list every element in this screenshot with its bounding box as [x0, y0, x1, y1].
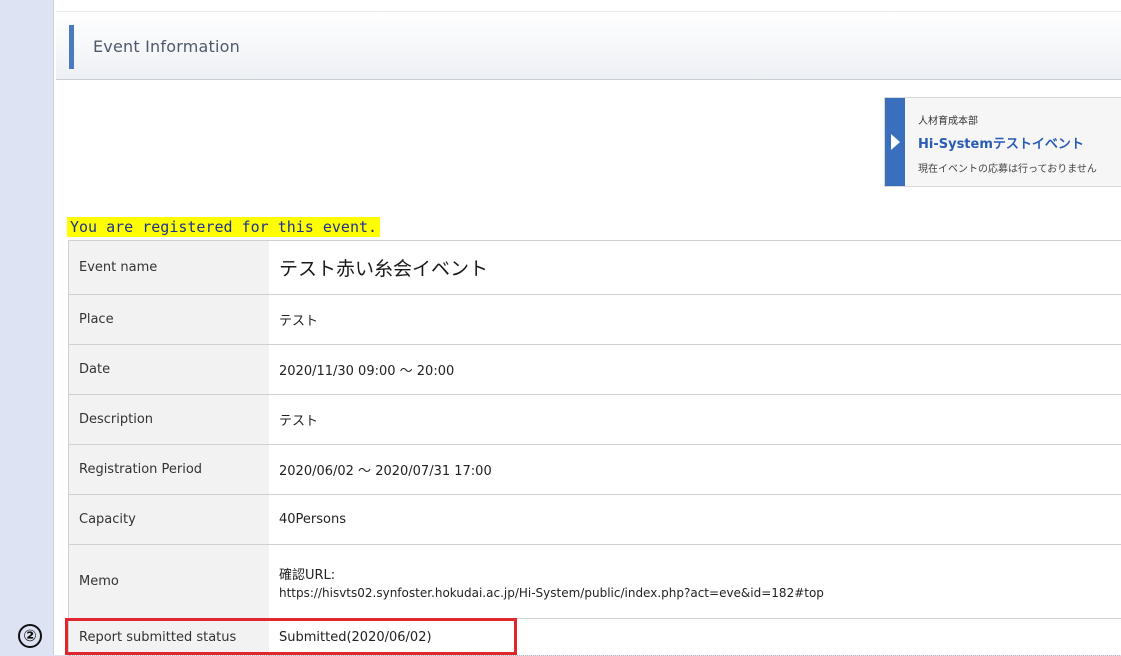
- event-name-value: テスト赤い糸会イベント: [269, 241, 1121, 295]
- event-info-table: Event name テスト赤い糸会イベント Place テスト Date 20…: [68, 240, 1121, 656]
- banner-status-text: 現在イベントの応募は行っておりません: [918, 160, 1097, 175]
- play-arrow-icon: [891, 134, 900, 150]
- row-label-place: Place: [69, 295, 270, 345]
- row-label-description: Description: [69, 395, 270, 445]
- memo-url-link[interactable]: https://hisvts02.synfoster.hokudai.ac.jp…: [279, 586, 1112, 600]
- table-row: Date 2020/11/30 09:00 ～ 20:00: [69, 345, 1121, 395]
- capacity-value: 40Persons: [269, 495, 1121, 545]
- table-row: Event name テスト赤い糸会イベント: [69, 241, 1121, 295]
- banner-organization: 人材育成本部: [918, 112, 978, 127]
- banner-event-title[interactable]: Hi-Systemテストイベント: [918, 133, 1084, 152]
- registration-period-value: 2020/06/02 ～ 2020/07/31 17:00: [269, 445, 1121, 495]
- table-row: Place テスト: [69, 295, 1121, 345]
- table-row: Registration Period 2020/06/02 ～ 2020/07…: [69, 445, 1121, 495]
- header-accent-bar: [69, 25, 74, 69]
- row-label-registration-period: Registration Period: [69, 445, 270, 495]
- table-row: Memo 確認URL: https://hisvts02.synfoster.h…: [69, 545, 1121, 619]
- main-content: Event Information 人材育成本部 Hi-Systemテストイベン…: [53, 0, 1121, 655]
- description-value: テスト: [269, 395, 1121, 445]
- place-value: テスト: [269, 295, 1121, 345]
- date-value: 2020/11/30 09:00 ～ 20:00: [269, 345, 1121, 395]
- table-row: Description テスト: [69, 395, 1121, 445]
- page-header: Event Information: [56, 11, 1121, 80]
- table-row: Capacity 40Persons: [69, 495, 1121, 545]
- event-banner[interactable]: 人材育成本部 Hi-Systemテストイベント 現在イベントの応募は行っておりま…: [884, 97, 1121, 187]
- row-label-date: Date: [69, 345, 270, 395]
- page-title: Event Information: [93, 37, 240, 56]
- row-label-memo: Memo: [69, 545, 270, 619]
- banner-arrow-column: [885, 98, 905, 186]
- row-label-capacity: Capacity: [69, 495, 270, 545]
- row-label-event-name: Event name: [69, 241, 270, 295]
- annotation-marker: ②: [18, 624, 42, 648]
- memo-value: 確認URL: https://hisvts02.synfoster.hokuda…: [269, 545, 1121, 619]
- report-status-highlight-box: [65, 618, 517, 655]
- registration-notice: You are registered for this event.: [67, 217, 380, 237]
- memo-confirm-url-label: 確認URL:: [279, 564, 1112, 583]
